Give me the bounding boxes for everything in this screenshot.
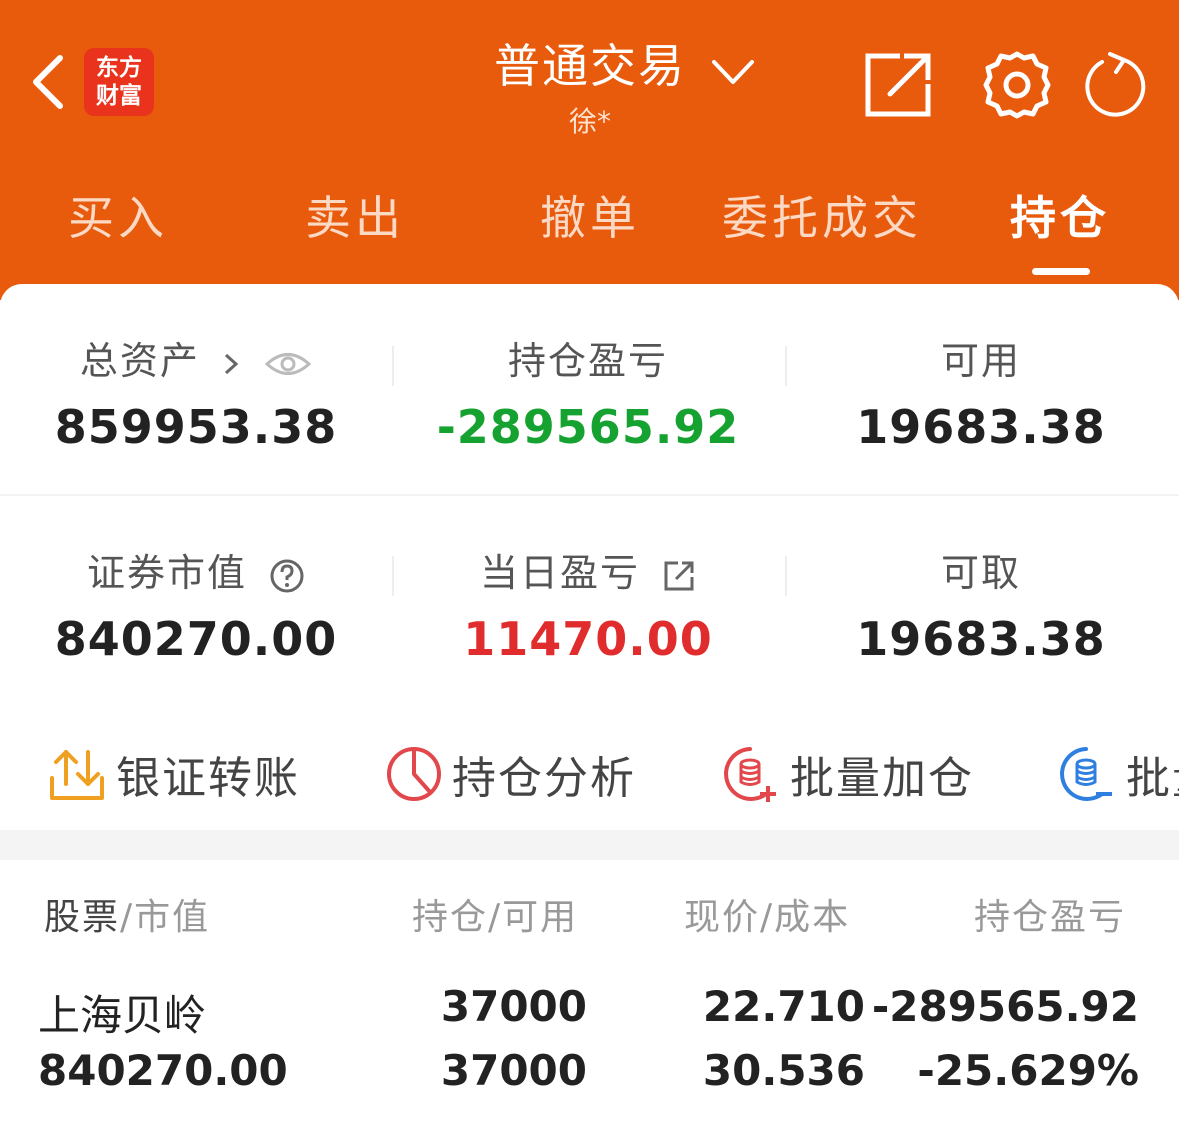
stock-market-value: 840270.00	[38, 1046, 288, 1095]
tab-cancel[interactable]: 撤单	[540, 182, 640, 248]
tab-positions[interactable]: 持仓	[1010, 182, 1110, 248]
bank-transfer-button[interactable]: 银证转账	[46, 736, 300, 812]
market-value-label-text: 证券市值	[86, 551, 247, 595]
back-icon[interactable]	[28, 52, 72, 112]
transfer-icon	[50, 750, 104, 800]
stock-position: 37000	[440, 982, 587, 1031]
batch-reduce-button[interactable]: 批量	[1056, 736, 1179, 812]
position-pnl-value: -289565.92	[436, 400, 740, 454]
total-assets-label: 总资产	[0, 330, 392, 383]
batch-reduce-label: 批量	[1126, 753, 1179, 804]
market-value: 证券市值 840270.00	[0, 542, 392, 666]
market-value-label: 证券市值	[0, 542, 392, 595]
section-gap	[0, 830, 1179, 860]
withdrawable-value: 19683.38	[856, 612, 1106, 666]
withdrawable-funds: 可取 19683.38	[785, 542, 1177, 666]
col-header-stock-sub: /市值	[120, 897, 211, 938]
available-label: 可用	[940, 339, 1021, 383]
daily-pnl[interactable]: 当日盈亏 11470.00	[392, 542, 784, 666]
col-header-stock-main: 股票	[44, 897, 121, 938]
daily-pnl-label-text: 当日盈亏	[479, 551, 640, 595]
total-assets[interactable]: 总资产 859953.38	[0, 330, 392, 454]
eye-icon[interactable]	[264, 349, 312, 379]
external-link-icon[interactable]	[662, 559, 696, 593]
chevron-right-icon	[224, 353, 239, 374]
top-bar: 东方 财富 普通交易 徐* 买入 卖出 撤单 委托成交 持仓	[0, 0, 1179, 300]
stock-price: 22.710	[702, 982, 865, 1031]
active-tab-indicator	[1032, 268, 1090, 275]
col-header-price[interactable]: 现价/成本	[684, 888, 850, 940]
position-analysis-button[interactable]: 持仓分析	[384, 736, 636, 812]
total-assets-label-text: 总资产	[79, 339, 200, 383]
help-icon[interactable]	[269, 558, 305, 594]
batch-add-button[interactable]: 批量加仓	[720, 736, 974, 812]
position-pnl: 持仓盈亏 -289565.92	[392, 330, 784, 454]
stock-pnl-pct: -25.629%	[917, 1046, 1139, 1095]
pie-chart-icon	[387, 747, 441, 801]
stock-available: 37000	[440, 1046, 587, 1095]
col-header-position[interactable]: 持仓/可用	[412, 888, 578, 940]
logo-text-top: 东方	[96, 55, 142, 81]
tab-buy[interactable]: 买入	[68, 182, 168, 248]
batch-add-label: 批量加仓	[790, 753, 974, 804]
account-name: 徐*	[568, 105, 611, 138]
available-value: 19683.38	[856, 400, 1106, 454]
page-title: 普通交易	[494, 39, 686, 93]
daily-pnl-value: 11470.00	[463, 612, 713, 666]
quick-actions: 银证转账 持仓分析 批量加仓 批量	[0, 736, 1179, 812]
tab-sell[interactable]: 卖出	[305, 182, 405, 248]
position-pnl-label: 持仓盈亏	[507, 339, 668, 383]
chevron-down-icon[interactable]	[708, 52, 758, 92]
daily-pnl-label: 当日盈亏	[392, 542, 784, 595]
stock-name: 上海贝岭	[38, 991, 207, 1040]
account-switcher[interactable]: 普通交易 徐*	[380, 30, 800, 140]
gear-icon[interactable]	[982, 50, 1052, 120]
app-logo: 东方 财富	[84, 48, 154, 116]
divider	[0, 494, 1179, 496]
tab-orders[interactable]: 委托成交	[722, 182, 922, 248]
total-assets-value: 859953.38	[54, 400, 338, 454]
col-header-stock[interactable]: 股票/市值	[44, 888, 210, 940]
stock-cost: 30.536	[702, 1046, 865, 1095]
position-analysis-label: 持仓分析	[452, 753, 636, 804]
stock-pnl: -289565.92	[871, 982, 1139, 1031]
market-value-value: 840270.00	[54, 612, 338, 666]
bank-transfer-label: 银证转账	[116, 753, 300, 804]
available-funds: 可用 19683.38	[785, 330, 1177, 454]
batch-add-icon	[724, 747, 776, 802]
col-header-pnl[interactable]: 持仓盈亏	[974, 888, 1126, 940]
batch-reduce-icon	[1060, 747, 1112, 801]
refresh-icon[interactable]	[1080, 50, 1150, 120]
trade-tabs: 买入 卖出 撤单 委托成交 持仓	[0, 182, 1179, 262]
share-icon[interactable]	[864, 50, 934, 120]
withdrawable-label: 可取	[940, 551, 1021, 595]
logo-text-bottom: 财富	[96, 83, 142, 109]
